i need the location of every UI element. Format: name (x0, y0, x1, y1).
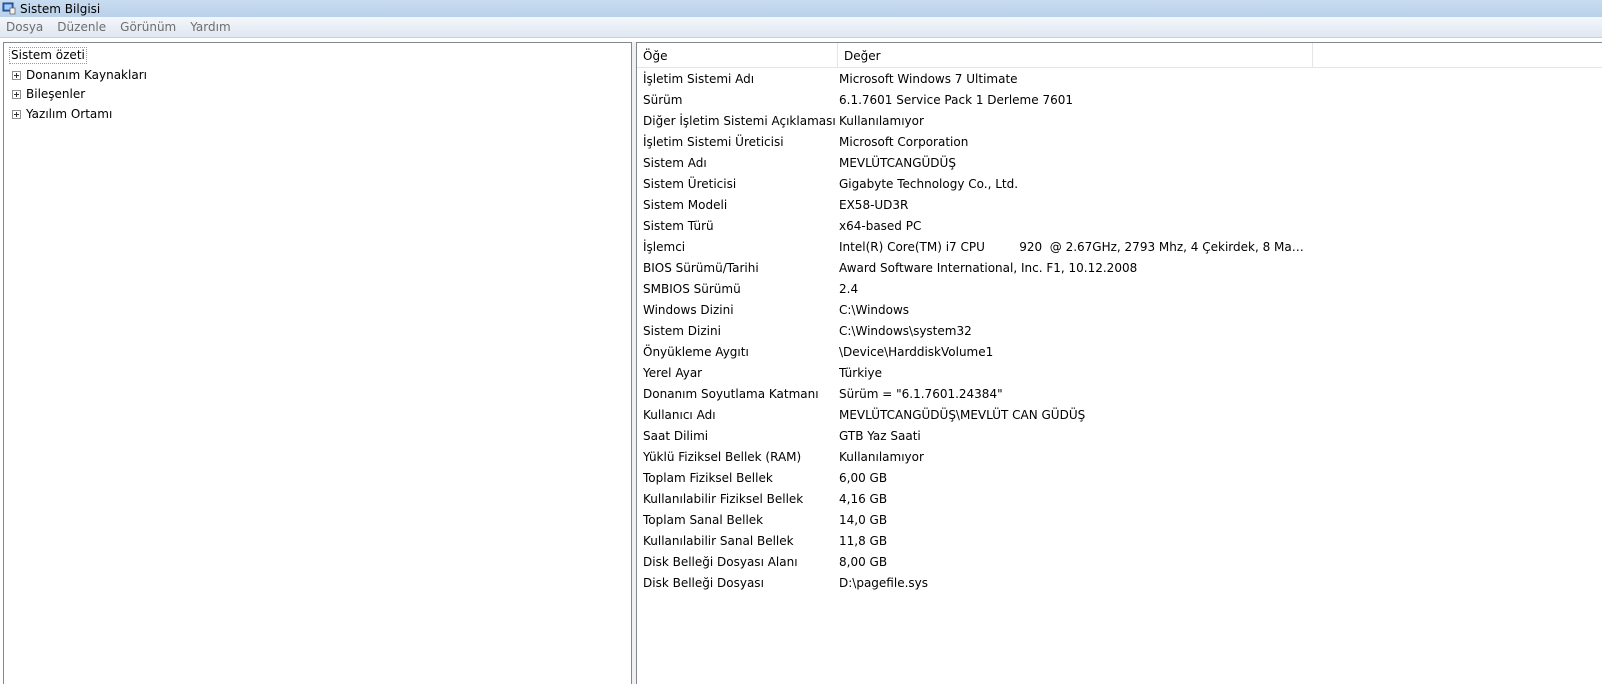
value-cell: \Device\HarddiskVolume1 (839, 345, 994, 359)
value-cell: Kullanılamıyor (839, 114, 924, 128)
value-cell: Gigabyte Technology Co., Ltd. (839, 177, 1019, 191)
value-cell: 4,16 GB (839, 492, 888, 506)
table-row[interactable]: Yerel Ayar Türkiye (637, 363, 1602, 384)
item-cell: Disk Belleği Dosyası (643, 576, 764, 590)
item-cell: SMBIOS Sürümü (643, 282, 741, 296)
table-row[interactable]: Sistem Dizini C:\Windows\system32 (637, 321, 1602, 342)
item-cell: Kullanılabilir Fiziksel Bellek (643, 492, 804, 506)
table-row[interactable]: Sistem Modeli EX58-UD3R (637, 195, 1602, 216)
tree-item-system-summary[interactable]: Sistem özeti (9, 47, 87, 64)
item-cell: Kullanıcı Adı (643, 408, 716, 422)
table-row[interactable]: Donanım Soyutlama Katmanı Sürüm = "6.1.76… (637, 384, 1602, 405)
item-cell: Windows Dizini (643, 303, 734, 317)
table-row[interactable]: Saat Dilimi GTB Yaz Saati (637, 426, 1602, 447)
value-cell: Sürüm = "6.1.7601.24384" (839, 387, 1003, 401)
table-row[interactable]: Windows Dizini C:\Windows (637, 300, 1602, 321)
table-row[interactable]: Kullanıcı Adı MEVLÜTCANGÜDÜŞ\MEVLÜT CAN G… (637, 405, 1602, 426)
tree-item-components[interactable]: Bileşenler (12, 85, 85, 103)
table-row[interactable]: Disk Belleği Dosyası Alanı 8,00 GB (637, 552, 1602, 573)
value-cell: C:\Windows\system32 (839, 324, 972, 338)
expand-plus-icon[interactable] (12, 89, 21, 99)
table-row[interactable]: Toplam Sanal Bellek 14,0 GB (637, 510, 1602, 531)
tree-item-hardware-resources[interactable]: Donanım Kaynakları (12, 66, 147, 84)
details-list: Öğe Değer İşletim Sistemi Adı Microsoft W… (636, 42, 1602, 684)
value-cell: 6.1.7601 Service Pack 1 Derleme 7601 (839, 93, 1073, 107)
table-row[interactable]: İşletim Sistemi Adı Microsoft Windows 7 U… (637, 69, 1602, 90)
item-cell: Kullanılabilir Sanal Bellek (643, 534, 794, 548)
item-cell: Sistem Üreticisi (643, 177, 737, 191)
item-cell: Saat Dilimi (643, 429, 709, 443)
item-cell: İşletim Sistemi Adı (643, 72, 755, 86)
tree-item-label: Donanım Kaynakları (26, 68, 147, 82)
value-cell: EX58-UD3R (839, 198, 909, 212)
item-cell: İşlemci (643, 240, 686, 254)
list-header: Öğe Değer (637, 43, 1602, 68)
table-row[interactable]: Toplam Fiziksel Bellek 6,00 GB (637, 468, 1602, 489)
item-cell: Yüklü Fiziksel Bellek (RAM) (643, 450, 802, 464)
window-title: Sistem Bilgisi (20, 1, 101, 16)
item-cell: Sistem Modeli (643, 198, 728, 212)
item-cell: Yerel Ayar (643, 366, 703, 380)
title-bar: Sistem Bilgisi (0, 0, 1602, 17)
column-header-value[interactable]: Değer (838, 43, 1313, 67)
table-row[interactable]: Sistem Adı MEVLÜTCANGÜDÜŞ (637, 153, 1602, 174)
table-row[interactable]: İşlemci Intel(R) Core(TM) i7 CPU 920 @ 2.… (637, 237, 1602, 258)
category-tree: Sistem özeti Donanım Kaynakları Bileşenl… (3, 42, 632, 684)
value-cell: MEVLÜTCANGÜDÜŞ (839, 156, 956, 170)
value-cell: Award Software International, Inc. F1, 1… (839, 261, 1138, 275)
item-cell: BIOS Sürümü/Tarihi (643, 261, 759, 275)
table-row[interactable]: Yüklü Fiziksel Bellek (RAM) Kullanılamıyo… (637, 447, 1602, 468)
table-row[interactable]: Sistem Türü x64-based PC (637, 216, 1602, 237)
system-info-icon (2, 2, 16, 15)
table-row[interactable]: Sistem Üreticisi Gigabyte Technology Co.,… (637, 174, 1602, 195)
value-cell: Intel(R) Core(TM) i7 CPU 920 @ 2.67GHz, … (839, 240, 1309, 254)
value-cell: 8,00 GB (839, 555, 888, 569)
value-cell: Türkiye (839, 366, 882, 380)
item-cell: Sistem Dizini (643, 324, 721, 338)
menu-file[interactable]: Dosya (0, 20, 50, 34)
tree-item-label: Yazılım Ortamı (26, 107, 113, 121)
item-cell: Toplam Fiziksel Bellek (643, 471, 773, 485)
table-row[interactable]: Diğer İşletim Sistemi Açıklaması Kullanıl… (637, 111, 1602, 132)
list-rows: İşletim Sistemi Adı Microsoft Windows 7 U… (637, 69, 1602, 594)
expand-plus-icon[interactable] (12, 109, 21, 119)
value-cell: D:\pagefile.sys (839, 576, 928, 590)
column-header-item[interactable]: Öğe (637, 43, 838, 67)
item-cell: Sistem Türü (643, 219, 714, 233)
item-cell: Sürüm (643, 93, 683, 107)
table-row[interactable]: BIOS Sürümü/Tarihi Award Software Interna… (637, 258, 1602, 279)
item-cell: Sistem Adı (643, 156, 707, 170)
value-cell: x64-based PC (839, 219, 922, 233)
table-row[interactable]: Önyükleme Aygıtı \Device\HarddiskVolume1 (637, 342, 1602, 363)
menu-help[interactable]: Yardım (183, 20, 237, 34)
menu-edit[interactable]: Düzenle (50, 20, 113, 34)
value-cell: Microsoft Corporation (839, 135, 969, 149)
item-cell: Önyükleme Aygıtı (643, 345, 749, 359)
table-row[interactable]: Kullanılabilir Sanal Bellek 11,8 GB (637, 531, 1602, 552)
tree-item-label: Bileşenler (26, 87, 86, 101)
value-cell: 14,0 GB (839, 513, 888, 527)
value-cell: MEVLÜTCANGÜDÜŞ\MEVLÜT CAN GÜDÜŞ (839, 408, 1086, 422)
menu-bar: Dosya Düzenle Görünüm Yardım (0, 17, 1602, 38)
item-cell: Toplam Sanal Bellek (643, 513, 764, 527)
value-cell: 6,00 GB (839, 471, 888, 485)
value-cell: 2.4 (839, 282, 859, 296)
value-cell: Microsoft Windows 7 Ultimate (839, 72, 1018, 86)
value-cell: GTB Yaz Saati (839, 429, 921, 443)
table-row[interactable]: Disk Belleği Dosyası D:\pagefile.sys (637, 573, 1602, 594)
menu-view[interactable]: Görünüm (113, 20, 183, 34)
expand-plus-icon[interactable] (12, 70, 21, 80)
value-cell: 11,8 GB (839, 534, 888, 548)
value-cell: Kullanılamıyor (839, 450, 924, 464)
table-row[interactable]: Sürüm 6.1.7601 Service Pack 1 Derleme 760… (637, 90, 1602, 111)
item-cell: Diğer İşletim Sistemi Açıklaması (643, 114, 836, 128)
table-row[interactable]: Kullanılabilir Fiziksel Bellek 4,16 GB (637, 489, 1602, 510)
table-row[interactable]: SMBIOS Sürümü 2.4 (637, 279, 1602, 300)
tree-item-software-environment[interactable]: Yazılım Ortamı (12, 105, 112, 123)
value-cell: C:\Windows (839, 303, 910, 317)
item-cell: Donanım Soyutlama Katmanı (643, 387, 819, 401)
table-row[interactable]: İşletim Sistemi Üreticisi Microsoft Corpo… (637, 132, 1602, 153)
item-cell: Disk Belleği Dosyası Alanı (643, 555, 798, 569)
item-cell: İşletim Sistemi Üreticisi (643, 135, 784, 149)
